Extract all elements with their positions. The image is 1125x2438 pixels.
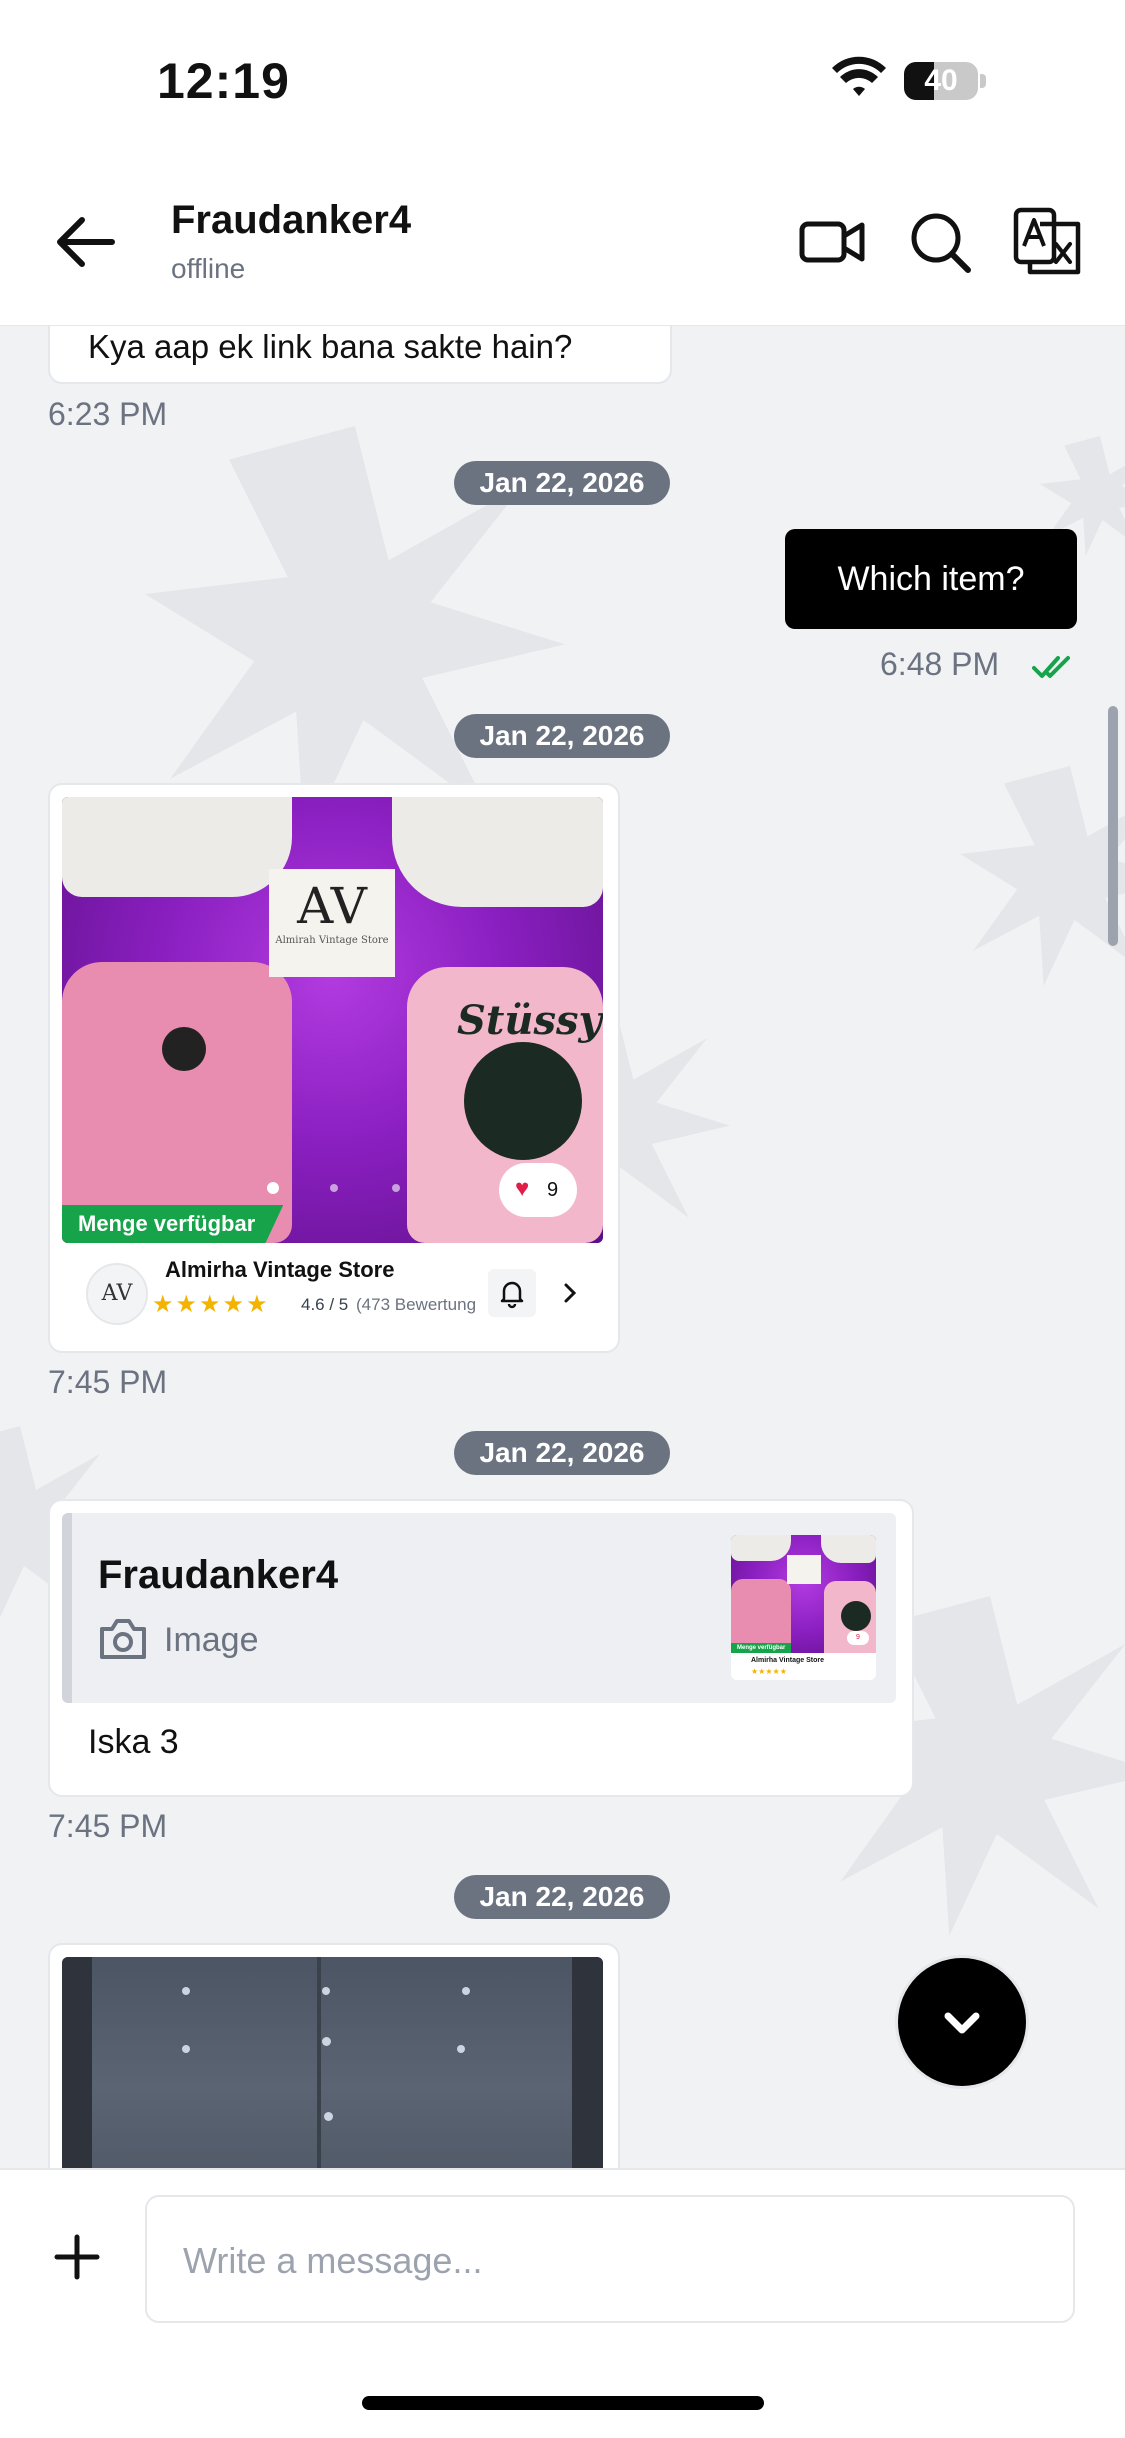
chat-area[interactable]: Kya aap ek link bana sakte hain? 6:23 PM… xyxy=(0,326,1125,2168)
logo-mark: AV xyxy=(297,877,367,935)
camera-icon xyxy=(100,1619,146,1659)
thumb-availability-badge: Menge verfügbar xyxy=(731,1643,792,1653)
message-time: 7:45 PM xyxy=(48,1364,168,1400)
quoted-sender: Fraudanker4 xyxy=(98,1553,339,1597)
rating-stars-icon: ★★★★★ xyxy=(152,1291,270,1318)
eight-ball-print xyxy=(162,1027,206,1071)
carousel-dot-active[interactable] xyxy=(267,1182,279,1194)
message-time: 7:45 PM xyxy=(48,1808,168,1844)
scrollbar-thumb[interactable] xyxy=(1108,706,1118,946)
contact-status: offline xyxy=(171,253,246,284)
quoted-thumbnail: Menge verfügbar 9 Almirha Vintage Store … xyxy=(731,1535,876,1680)
carousel-dot[interactable] xyxy=(330,1184,338,1192)
quoted-type: Image xyxy=(164,1621,259,1659)
thumb-like-count: 9 xyxy=(847,1631,869,1645)
availability-badge: Menge verfügbar xyxy=(62,1205,284,1243)
date-separator: Jan 22, 2026 xyxy=(454,1431,670,1475)
battery-icon: 40 xyxy=(904,62,978,100)
message-time: 6:23 PM xyxy=(48,396,168,432)
rating-score: 4.6 / 5 xyxy=(301,1295,349,1314)
wifi-icon xyxy=(832,56,886,96)
background-burst-icon xyxy=(960,766,1125,986)
carousel-dot[interactable] xyxy=(392,1184,400,1192)
image-message[interactable] xyxy=(48,1943,620,2168)
quoted-message[interactable]: Fraudanker4 Image Menge verfügbar 9 Almi… xyxy=(62,1513,896,1703)
like-count-pill[interactable]: ♥ 9 xyxy=(499,1163,577,1217)
scroll-to-bottom-button[interactable] xyxy=(898,1958,1026,2086)
message-input[interactable]: Write a message... xyxy=(145,2195,1075,2323)
stussy-print: Stüssy xyxy=(457,997,602,1044)
date-separator: Jan 22, 2026 xyxy=(454,461,670,505)
reply-message[interactable]: Fraudanker4 Image Menge verfügbar 9 Almi… xyxy=(48,1499,914,1797)
date-separator: Jan 22, 2026 xyxy=(454,714,670,758)
double-check-icon xyxy=(1032,656,1070,678)
contact-name[interactable]: Fraudanker4 xyxy=(171,198,411,243)
battery-cap xyxy=(980,74,986,88)
jacket-image[interactable] xyxy=(62,1957,603,2168)
clock: 12:19 xyxy=(157,53,290,109)
incoming-message[interactable]: Kya aap ek link bana sakte hain? xyxy=(48,326,672,384)
message-time: 6:48 PM xyxy=(880,646,1000,682)
pink-sweater xyxy=(62,962,292,1243)
logo-subtitle: Almirah Vintage Store xyxy=(275,935,389,946)
product-image[interactable]: Stüssy AV Almirah Vintage Store Menge ve… xyxy=(62,797,603,1243)
plus-icon[interactable] xyxy=(52,2232,102,2282)
bell-button[interactable] xyxy=(488,1269,536,1317)
message-text: Kya aap ek link bana sakte hain? xyxy=(88,328,573,365)
bell-icon xyxy=(500,1281,524,1309)
white-sweater xyxy=(62,797,292,897)
chevron-down-icon xyxy=(944,2012,980,2034)
heart-icon: ♥ xyxy=(515,1175,530,1202)
date-separator: Jan 22, 2026 xyxy=(454,1875,670,1919)
thumb-store-name: Almirha Vintage Store xyxy=(751,1657,825,1664)
battery-level: 40 xyxy=(924,64,958,97)
home-indicator xyxy=(362,2396,764,2410)
message-text: Iska 3 xyxy=(88,1723,179,1761)
back-arrow-icon[interactable] xyxy=(52,210,116,274)
eight-ball-print xyxy=(464,1042,582,1160)
search-icon[interactable] xyxy=(906,208,974,276)
thumb-stars-icon: ★★★★★ xyxy=(751,1667,787,1676)
video-call-icon[interactable] xyxy=(798,208,866,276)
translate-icon[interactable] xyxy=(1012,206,1084,278)
outgoing-message[interactable]: Which item? xyxy=(785,529,1077,629)
chevron-right-icon[interactable] xyxy=(558,1279,582,1307)
like-count: 9 xyxy=(547,1179,559,1201)
product-card-message[interactable]: Stüssy AV Almirah Vintage Store Menge ve… xyxy=(48,783,620,1353)
store-logo-box: AV Almirah Vintage Store xyxy=(269,869,395,977)
white-sweater xyxy=(392,797,603,907)
store-name[interactable]: Almirha Vintage Store xyxy=(165,1257,394,1283)
store-avatar[interactable]: AV xyxy=(86,1263,148,1325)
review-count: (473 Bewertung xyxy=(356,1295,477,1314)
